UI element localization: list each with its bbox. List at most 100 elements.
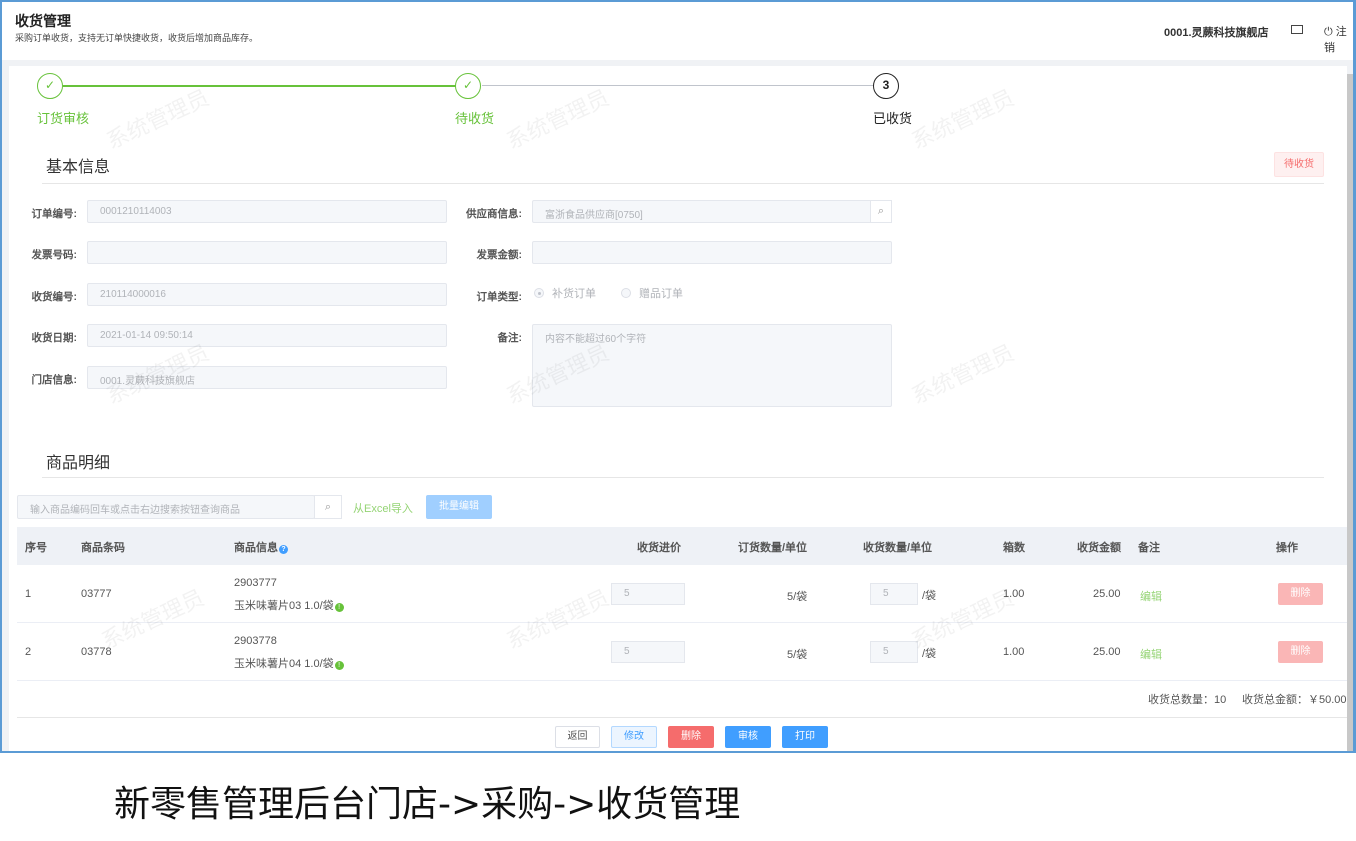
radio-gift[interactable]: 赠品订单 [621, 285, 683, 301]
cell-barcode: 03778 [81, 646, 112, 658]
invoice-amount-field[interactable] [532, 241, 892, 264]
step-label: 订货审核 [37, 111, 90, 126]
table-row: 2 03778 2903778 玉米味薯片04 1.0/袋! 5 5/袋 5 /… [17, 623, 1347, 681]
section-title-items: 商品明细 [46, 455, 111, 472]
scrollbar[interactable] [1347, 74, 1353, 751]
cell-boxes: 1.00 [1003, 646, 1025, 658]
col-header: 操作 [1276, 542, 1298, 554]
col-header: 收货数量/单位 [863, 542, 933, 554]
cell-name: 玉米味薯片04 1.0/袋! [234, 655, 344, 671]
label: 门店信息: [31, 374, 78, 386]
cell-name: 玉米味薯片03 1.0/袋! [234, 597, 344, 613]
label: 发票金额: [476, 249, 523, 261]
receipt-date-field[interactable]: 2021-01-14 09:50:14 [87, 324, 447, 347]
info-icon[interactable]: ! [334, 603, 344, 612]
import-excel-link[interactable]: 从Excel导入 [353, 500, 413, 516]
col-header: 序号 [25, 542, 47, 554]
label: 供应商信息: [466, 208, 522, 220]
col-header: 收货进价 [637, 542, 681, 554]
section-title-basic: 基本信息 [46, 159, 111, 176]
label: 订单编号: [31, 208, 78, 220]
store-field[interactable]: 0001.灵蕨科技旗舰店 [87, 366, 447, 389]
divider [17, 717, 1347, 718]
print-button[interactable]: 打印 [782, 726, 828, 748]
store-name[interactable]: 0001.灵蕨科技旗舰店 [1164, 24, 1269, 40]
divider [42, 477, 1324, 478]
label: 发票号码: [31, 249, 78, 261]
col-header-text: 商品信息 [234, 542, 278, 554]
cell-unit: /袋 [922, 590, 937, 602]
help-icon[interactable]: ? [279, 545, 288, 554]
cell-amount: 25.00 [1093, 646, 1121, 658]
cell-code: 2903777 [234, 577, 277, 589]
step-line-pending [482, 85, 874, 86]
audit-button[interactable]: 审核 [725, 726, 771, 748]
remark-textarea[interactable]: 内容不能超过60个字符 [532, 324, 892, 407]
app-window: 收货管理 采购订单收货，支持无订单快捷收货，收货后增加商品库存。 0001.灵蕨… [0, 0, 1356, 753]
edit-link[interactable]: 编辑 [1140, 588, 1162, 604]
cell-order-qty: 5/袋 [787, 591, 808, 603]
cell-unit: /袋 [922, 648, 937, 660]
edit-link[interactable]: 编辑 [1140, 646, 1162, 662]
page-title: 收货管理 [15, 13, 71, 29]
modify-button[interactable]: 修改 [611, 726, 657, 748]
label: 收货日期: [31, 332, 78, 344]
supplier-value: 富浙食品供应商[0750] [545, 210, 643, 221]
step-check-icon: ✓ [455, 73, 481, 99]
delete-row-button[interactable]: 删除 [1278, 583, 1323, 605]
receipt-no-field[interactable]: 210114000016 [87, 283, 447, 306]
recv-qty-input[interactable]: 5 [870, 583, 918, 605]
step-label: 待收货 [455, 111, 495, 126]
col-header: 订货数量/单位 [738, 542, 808, 554]
price-input[interactable]: 5 [611, 583, 685, 605]
power-icon: ⏻ [1324, 26, 1336, 38]
col-header: 箱数 [1003, 542, 1025, 554]
label: 备注: [497, 332, 523, 344]
page-subtitle: 采购订单收货，支持无订单快捷收货，收货后增加商品库存。 [15, 33, 259, 43]
total-amount: 收货总金额：￥50.00 [1242, 694, 1347, 706]
mail-icon[interactable] [1291, 25, 1303, 34]
cell-index: 1 [25, 588, 32, 600]
label: 收货编号: [31, 291, 78, 303]
cell-barcode: 03777 [81, 588, 112, 600]
step-label: 已收货 [873, 111, 913, 126]
back-button[interactable]: 返回 [555, 726, 600, 748]
name-text: 玉米味薯片04 1.0/袋 [234, 658, 334, 670]
supplier-field[interactable]: 富浙食品供应商[0750] [532, 200, 892, 223]
radio-replenish[interactable]: 补货订单 [534, 285, 596, 301]
caption: 新零售管理后台门店->采购->收货管理 [114, 784, 741, 825]
cell-code: 2903778 [234, 635, 277, 647]
status-badge: 待收货 [1274, 152, 1324, 177]
label: 订单类型: [476, 291, 523, 303]
logout-button[interactable]: ⏻ 注销 [1324, 23, 1353, 55]
price-input[interactable]: 5 [611, 641, 685, 663]
search-icon[interactable]: ⌕ [314, 495, 342, 519]
radio-label: 补货订单 [552, 288, 596, 300]
cell-boxes: 1.00 [1003, 588, 1025, 600]
cell-amount: 25.00 [1093, 588, 1121, 600]
table-row: 1 03777 2903777 玉米味薯片03 1.0/袋! 5 5/袋 5 /… [17, 565, 1347, 623]
order-no-field[interactable]: 0001210114003 [87, 200, 447, 223]
page-header: 收货管理 采购订单收货，支持无订单快捷收货，收货后增加商品库存。 0001.灵蕨… [2, 2, 1353, 60]
batch-edit-button[interactable]: 批量编辑 [426, 495, 492, 519]
cell-order-qty: 5/袋 [787, 649, 808, 661]
col-header: 商品条码 [81, 542, 125, 554]
name-text: 玉米味薯片03 1.0/袋 [234, 600, 334, 612]
step-current-number: 3 [873, 73, 899, 99]
search-icon[interactable]: ⌕ [870, 200, 892, 223]
info-icon[interactable]: ! [334, 661, 344, 670]
col-header: 商品信息? [234, 539, 288, 555]
delete-row-button[interactable]: 删除 [1278, 641, 1323, 663]
step-check-icon: ✓ [37, 73, 63, 99]
col-header: 备注 [1138, 542, 1160, 554]
total-quantity: 收货总数量：10 [1148, 694, 1227, 706]
radio-label: 赠品订单 [639, 288, 683, 300]
step-line-done [63, 85, 457, 87]
recv-qty-input[interactable]: 5 [870, 641, 918, 663]
invoice-no-field[interactable] [87, 241, 447, 264]
cell-index: 2 [25, 646, 32, 658]
delete-button[interactable]: 删除 [668, 726, 714, 748]
product-search-input[interactable]: 输入商品编码回车或点击右边搜索按钮查询商品 [17, 495, 315, 519]
col-header: 收货金额 [1077, 542, 1121, 554]
divider [42, 183, 1324, 184]
